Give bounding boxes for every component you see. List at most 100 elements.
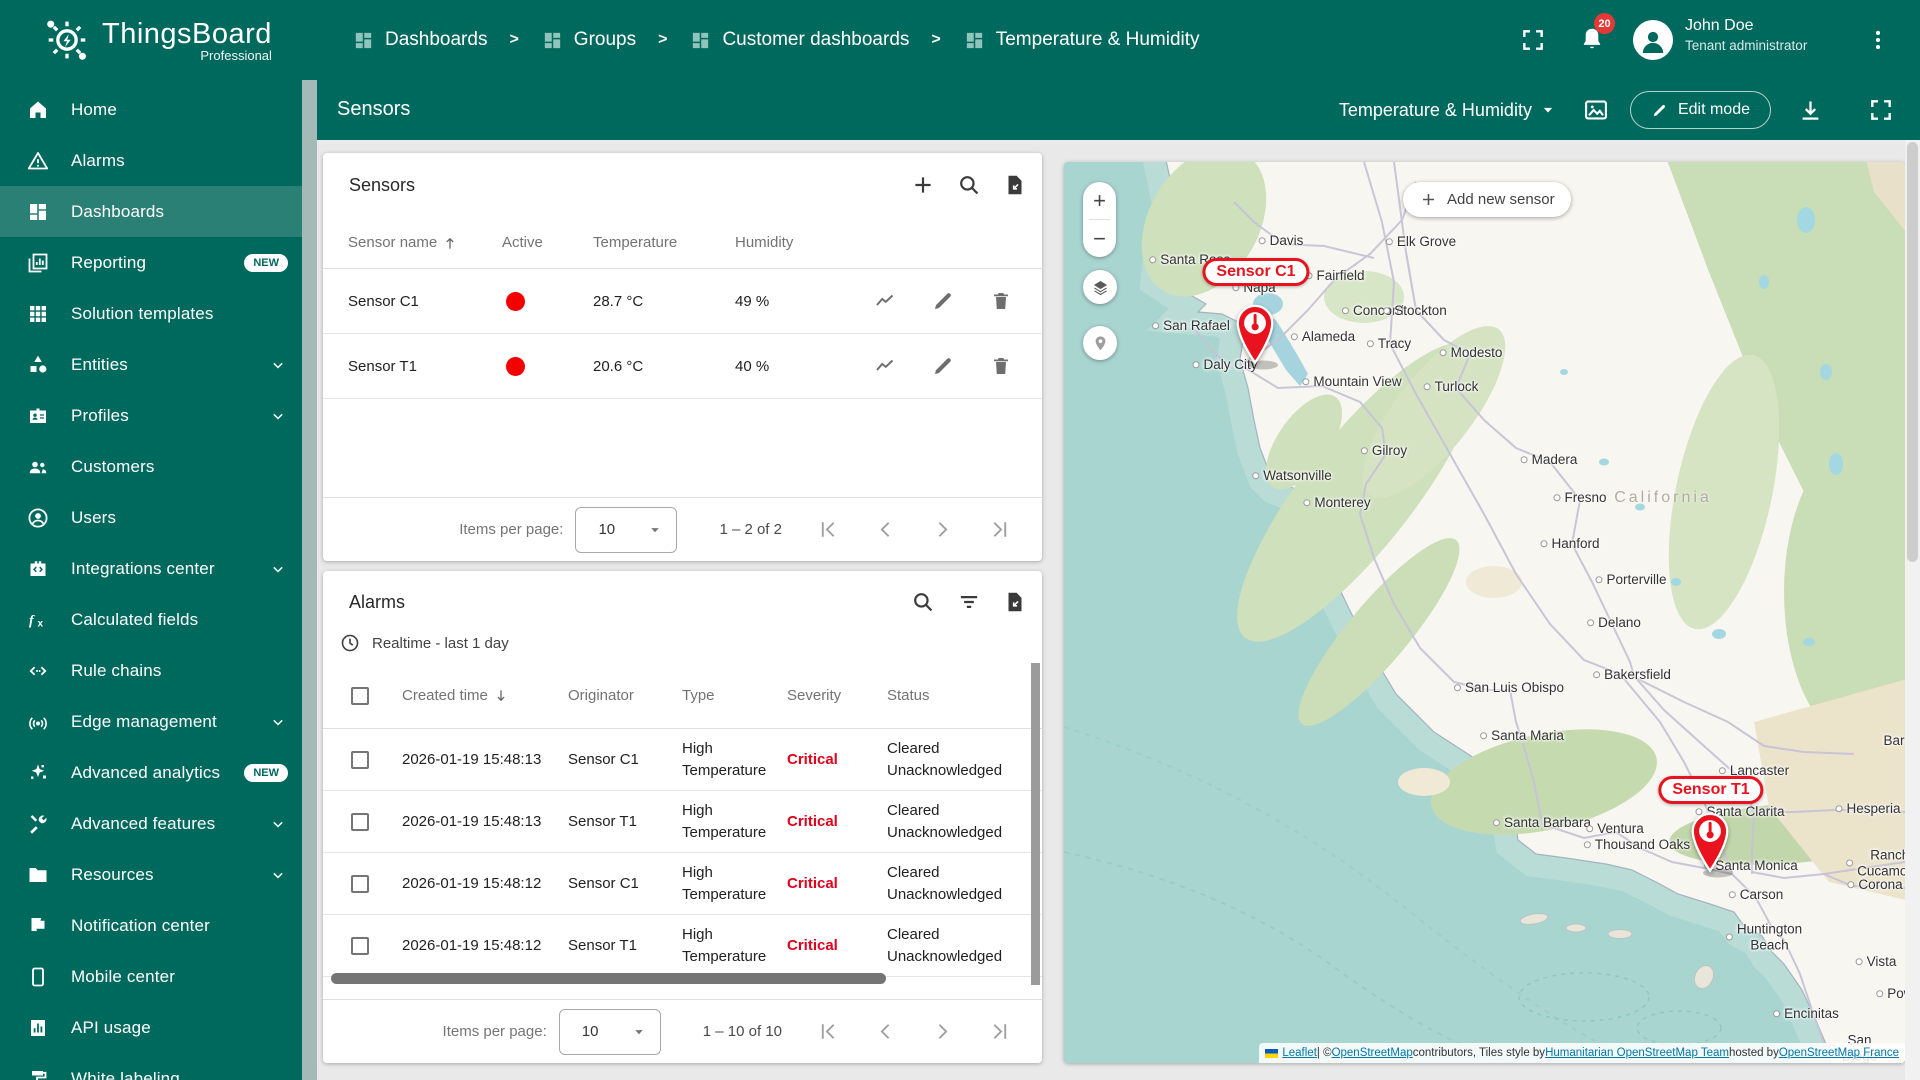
- add-entity-icon[interactable]: [910, 172, 936, 198]
- fullscreen-icon[interactable]: [1520, 27, 1546, 53]
- user-info[interactable]: John Doe Tenant administrator: [1685, 17, 1855, 53]
- sidebar-item-home[interactable]: Home: [0, 84, 302, 135]
- sidebar-item-white-labeling[interactable]: White labeling: [0, 1053, 302, 1080]
- alarm-row[interactable]: 2026-01-19 15:48:13Sensor T1High Tempera…: [323, 791, 1042, 853]
- page-size-select[interactable]: 10: [559, 1009, 661, 1055]
- edit-icon[interactable]: [931, 289, 955, 313]
- select-all-checkbox[interactable]: [351, 687, 369, 705]
- sidebar-item-users[interactable]: Users: [0, 492, 302, 543]
- time-window-button[interactable]: Realtime - last 1 day: [323, 623, 1042, 663]
- page-scrollbar[interactable]: [1905, 140, 1920, 1080]
- column-severity[interactable]: Severity: [778, 685, 878, 707]
- attribution-link[interactable]: Humanitarian OpenStreetMap Team: [1545, 1047, 1729, 1059]
- column-sensor-name[interactable]: Sensor name: [348, 234, 488, 252]
- table-row[interactable]: Sensor C128.7 °C49 %: [323, 269, 1042, 334]
- expand-dashboard-icon[interactable]: [1868, 97, 1894, 123]
- sidebar-item-advanced-analytics[interactable]: Advanced analyticsNEW: [0, 747, 302, 798]
- page-size-select[interactable]: 10: [575, 507, 677, 553]
- sidebar-item-notification-center[interactable]: Notification center: [0, 900, 302, 951]
- sensor-marker-label[interactable]: Sensor T1: [1658, 776, 1763, 804]
- map-layers-button[interactable]: [1083, 270, 1117, 304]
- breadcrumb-item[interactable]: Dashboards: [352, 29, 487, 52]
- alarm-row[interactable]: 2026-01-19 15:48:12Sensor C1High Tempera…: [323, 853, 1042, 915]
- sidebar-item-alarms[interactable]: Alarms: [0, 135, 302, 186]
- dashboard-selector[interactable]: Temperature & Humidity: [1339, 100, 1558, 121]
- column-created-time[interactable]: Created time: [385, 687, 559, 705]
- last-page-icon[interactable]: [987, 517, 1012, 542]
- zoom-out-button[interactable]: −: [1083, 220, 1116, 257]
- sidebar-item-integrations-center[interactable]: Integrations center: [0, 543, 302, 594]
- delete-icon[interactable]: [989, 289, 1013, 313]
- add-new-sensor-button[interactable]: Add new sensor: [1403, 182, 1571, 217]
- column-status[interactable]: Status: [878, 685, 1042, 707]
- sidebar-item-profiles[interactable]: Profiles: [0, 390, 302, 441]
- next-page-icon[interactable]: [930, 517, 955, 542]
- sidebar-item-reporting[interactable]: ReportingNEW: [0, 237, 302, 288]
- sidebar-item-dashboards[interactable]: Dashboards: [0, 186, 302, 237]
- delete-icon[interactable]: [989, 354, 1013, 378]
- column-humidity[interactable]: Humidity: [728, 234, 873, 251]
- filter-icon[interactable]: [956, 589, 982, 615]
- map-city-label: Huntington Beach: [1726, 921, 1802, 952]
- edit-mode-button[interactable]: Edit mode: [1630, 91, 1771, 129]
- map-locate-button[interactable]: [1083, 326, 1117, 360]
- sidebar-item-api-usage[interactable]: API usage: [0, 1002, 302, 1053]
- sidebar-item-customers[interactable]: Customers: [0, 441, 302, 492]
- sidebar-item-resources[interactable]: Resources: [0, 849, 302, 900]
- previous-page-icon[interactable]: [873, 1019, 898, 1044]
- map-widget[interactable]: DavisElk GroveSanta RosaFairfieldNapaCon…: [1064, 162, 1905, 1063]
- sensor-marker-pin[interactable]: [1687, 811, 1733, 873]
- attribution-link[interactable]: OpenStreetMap: [1332, 1047, 1413, 1059]
- sidebar-scrollbar[interactable]: [302, 80, 317, 1080]
- row-checkbox[interactable]: [351, 937, 369, 955]
- avatar[interactable]: [1633, 20, 1673, 60]
- sidebar-item-mobile-center[interactable]: Mobile center: [0, 951, 302, 1002]
- brand-subtitle: Professional: [102, 48, 272, 63]
- timeseries-icon[interactable]: [873, 289, 897, 313]
- row-checkbox[interactable]: [351, 813, 369, 831]
- column-originator[interactable]: Originator: [559, 685, 673, 707]
- first-page-icon[interactable]: [816, 517, 841, 542]
- alarm-row[interactable]: 2026-01-19 15:48:13Sensor C1High Tempera…: [323, 729, 1042, 791]
- attribution-link[interactable]: OpenStreetMap France: [1779, 1047, 1899, 1059]
- more-menu-icon[interactable]: [1865, 27, 1891, 53]
- column-type[interactable]: Type: [673, 685, 778, 707]
- breadcrumb-item[interactable]: Groups: [541, 29, 636, 52]
- export-icon[interactable]: [1002, 589, 1028, 615]
- city-dot: [1587, 619, 1594, 626]
- first-page-icon[interactable]: [816, 1019, 841, 1044]
- sensor-marker-label[interactable]: Sensor C1: [1202, 258, 1309, 286]
- search-icon[interactable]: [910, 589, 936, 615]
- next-page-icon[interactable]: [930, 1019, 955, 1044]
- row-checkbox[interactable]: [351, 751, 369, 769]
- horizontal-scrollbar[interactable]: [331, 973, 886, 984]
- alarms-table-header: Created time Originator Type Severity St…: [323, 663, 1042, 729]
- zoom-in-button[interactable]: +: [1083, 182, 1116, 219]
- timeseries-icon[interactable]: [873, 354, 897, 378]
- alarm-row[interactable]: 2026-01-19 15:48:12Sensor T1High Tempera…: [323, 915, 1042, 977]
- attribution-link[interactable]: Leaflet: [1282, 1047, 1317, 1059]
- row-checkbox[interactable]: [351, 875, 369, 893]
- sidebar-item-entities[interactable]: Entities: [0, 339, 302, 390]
- column-temperature[interactable]: Temperature: [543, 234, 728, 251]
- last-page-icon[interactable]: [987, 1019, 1012, 1044]
- sidebar-item-solution-templates[interactable]: Solution templates: [0, 288, 302, 339]
- edit-icon[interactable]: [931, 354, 955, 378]
- sidebar-item-edge-management[interactable]: Edge management: [0, 696, 302, 747]
- download-icon[interactable]: [1797, 97, 1824, 124]
- table-row[interactable]: Sensor T120.6 °C40 %: [323, 334, 1042, 399]
- sensor-marker-pin[interactable]: [1232, 303, 1278, 365]
- search-icon[interactable]: [956, 172, 982, 198]
- sidebar-item-calculated-fields[interactable]: fxCalculated fields: [0, 594, 302, 645]
- sidebar-item-label: Entities: [71, 355, 268, 375]
- previous-page-icon[interactable]: [873, 517, 898, 542]
- sidebar-item-advanced-features[interactable]: Advanced features: [0, 798, 302, 849]
- breadcrumb-item[interactable]: Temperature & Humidity: [963, 29, 1200, 52]
- export-icon[interactable]: [1002, 172, 1028, 198]
- breadcrumb-item[interactable]: Customer dashboards: [689, 29, 909, 52]
- sidebar-item-rule-chains[interactable]: Rule chains: [0, 645, 302, 696]
- dashboard-image-icon[interactable]: [1582, 96, 1610, 124]
- vertical-scrollbar[interactable]: [1031, 663, 1040, 985]
- thingsboard-logo[interactable]: ThingsBoard Professional: [42, 15, 272, 65]
- column-active[interactable]: Active: [488, 234, 543, 251]
